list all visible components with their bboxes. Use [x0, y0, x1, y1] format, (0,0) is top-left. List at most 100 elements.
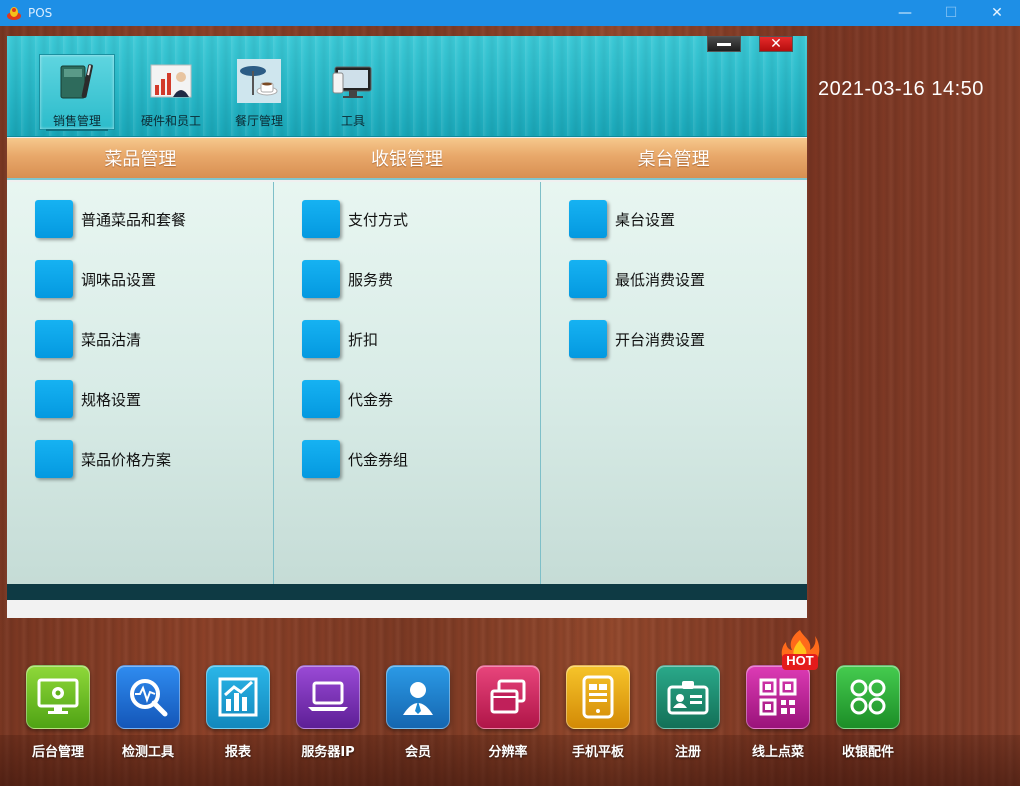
- tile-icon: [35, 200, 73, 238]
- window-close-button[interactable]: ✕: [974, 0, 1020, 26]
- menu-item-voucher[interactable]: 代金券: [302, 379, 393, 419]
- menu-item-min-spend[interactable]: 最低消费设置: [569, 259, 705, 299]
- dock-backend-management[interactable]: 后台管理: [13, 665, 103, 765]
- dock-label: 检测工具: [121, 745, 174, 760]
- datetime-display: 2021-03-16 14:50: [818, 78, 984, 100]
- id-card-icon: [656, 665, 720, 729]
- tile-icon: [302, 200, 340, 238]
- ledger-pen-icon: [54, 59, 100, 104]
- coffee-table-icon: [236, 58, 282, 104]
- menu-item-service-fee[interactable]: 服务费: [302, 259, 393, 299]
- hot-badge: HOT: [778, 628, 822, 676]
- dock-label: 手机平板: [571, 745, 624, 760]
- tab-restaurant-management[interactable]: 餐厅管理: [221, 54, 297, 130]
- column-dishes: 普通菜品和套餐 调味品设置 菜品沽清 规格设置 菜品价格方案: [7, 182, 274, 584]
- menu-item-label: 规格设置: [81, 390, 142, 409]
- section-header-bar: 菜品管理 收银管理 桌台管理: [7, 138, 807, 180]
- dock-label: 线上点菜: [751, 745, 804, 760]
- flame-icon: [781, 630, 820, 670]
- section-title-cashier: 收银管理: [371, 149, 443, 170]
- menu-item-table-settings[interactable]: 桌台设置: [569, 199, 675, 239]
- tile-icon: [302, 380, 340, 418]
- dock-members[interactable]: 会员: [373, 665, 463, 765]
- dock-resolution[interactable]: 分辨率: [463, 665, 553, 765]
- tile-icon: [569, 260, 607, 298]
- tile-icon: [35, 440, 73, 478]
- tile-icon: [35, 380, 73, 418]
- dock-label: 收银配件: [841, 745, 894, 760]
- menu-item-label: 开台消费设置: [615, 330, 706, 349]
- menu-item-price-plans[interactable]: 菜品价格方案: [35, 439, 171, 479]
- monitor-gear-icon: [26, 665, 90, 729]
- dock-register[interactable]: 注册: [643, 665, 733, 765]
- panel-tab-bar: ✕ 销售管理 硬件和员工 餐厅管理 工具: [7, 36, 807, 137]
- tile-icon: [35, 260, 73, 298]
- devices-icon: [330, 58, 376, 104]
- tile-icon: [35, 320, 73, 358]
- panel-footer-strip: [7, 584, 807, 600]
- column-cashier: 支付方式 服务费 折扣 代金券 代金券组: [274, 182, 541, 584]
- tile-icon: [302, 440, 340, 478]
- window-title: POS: [28, 6, 53, 20]
- main-panel: ✕ 销售管理 硬件和员工 餐厅管理 工具 菜品管理 收银管理 桌台管理 普通菜品…: [7, 36, 807, 618]
- dock-label: 报表: [224, 745, 251, 760]
- menu-item-label: 菜品价格方案: [81, 450, 172, 469]
- laptop-icon: [296, 665, 360, 729]
- dock-reports[interactable]: 报表: [193, 665, 283, 765]
- bar-chart-icon: [206, 665, 270, 729]
- tile-icon: [569, 320, 607, 358]
- menu-item-condiments[interactable]: 调味品设置: [35, 259, 156, 299]
- menu-item-voucher-group[interactable]: 代金券组: [302, 439, 408, 479]
- menu-item-discount[interactable]: 折扣: [302, 319, 378, 359]
- window-titlebar: POS — ☐ ✕: [0, 0, 1020, 26]
- tab-tools[interactable]: 工具: [315, 54, 391, 130]
- panel-close-button[interactable]: ✕: [759, 36, 793, 52]
- tab-label: 餐厅管理: [234, 114, 283, 128]
- menu-item-label: 代金券: [348, 390, 394, 409]
- menu-item-opening-charge[interactable]: 开台消费设置: [569, 319, 705, 359]
- minus-icon: [717, 42, 731, 46]
- tab-hardware-staff[interactable]: 硬件和员工: [133, 54, 209, 130]
- clover-icon: [836, 665, 900, 729]
- menu-item-label: 菜品沽清: [81, 330, 142, 349]
- dock-server-ip[interactable]: 服务器IP: [283, 665, 373, 765]
- staff-chart-icon: [148, 58, 194, 104]
- tab-sales-management[interactable]: 销售管理: [39, 54, 115, 131]
- dock-label: 服务器IP: [301, 745, 355, 760]
- hot-label: HOT: [786, 653, 814, 668]
- menu-item-label: 桌台设置: [615, 210, 676, 229]
- menu-item-sold-out[interactable]: 菜品沽清: [35, 319, 141, 359]
- window-maximize-button[interactable]: ☐: [928, 0, 974, 26]
- menu-item-specs[interactable]: 规格设置: [35, 379, 141, 419]
- person-icon: [386, 665, 450, 729]
- tab-label: 工具: [340, 114, 365, 128]
- tile-icon: [302, 320, 340, 358]
- menu-columns: 普通菜品和套餐 调味品设置 菜品沽清 规格设置 菜品价格方案 支付方式 服务费 …: [7, 182, 807, 584]
- menu-item-label: 最低消费设置: [615, 270, 706, 289]
- panel-status-area: [7, 600, 807, 618]
- dock-label: 会员: [404, 745, 431, 760]
- tile-icon: [569, 200, 607, 238]
- section-title-dishes: 菜品管理: [104, 149, 177, 170]
- windows-icon: [476, 665, 540, 729]
- dock-label: 后台管理: [31, 745, 84, 760]
- menu-item-regular-dishes[interactable]: 普通菜品和套餐: [35, 199, 186, 239]
- menu-item-label: 折扣: [348, 330, 379, 349]
- dock-diagnostic-tools[interactable]: 检测工具: [103, 665, 193, 765]
- dock-mobile-tablet[interactable]: 手机平板: [553, 665, 643, 765]
- menu-item-label: 代金券组: [348, 450, 409, 469]
- tab-label: 硬件和员工: [140, 114, 201, 128]
- tab-label: 销售管理: [52, 114, 101, 128]
- dock-online-ordering[interactable]: 线上点菜: [733, 665, 823, 765]
- dock-label: 分辨率: [488, 745, 528, 760]
- tablet-icon: [566, 665, 630, 729]
- dock-cashier-accessories[interactable]: 收银配件: [823, 665, 913, 765]
- dock-label: 注册: [674, 745, 701, 760]
- panel-minimize-button[interactable]: [707, 36, 741, 52]
- menu-item-label: 支付方式: [348, 210, 409, 229]
- menu-item-label: 服务费: [348, 270, 394, 289]
- menu-item-payment-methods[interactable]: 支付方式: [302, 199, 408, 239]
- app-logo-icon: [7, 7, 21, 20]
- window-minimize-button[interactable]: —: [882, 0, 928, 26]
- tile-icon: [302, 260, 340, 298]
